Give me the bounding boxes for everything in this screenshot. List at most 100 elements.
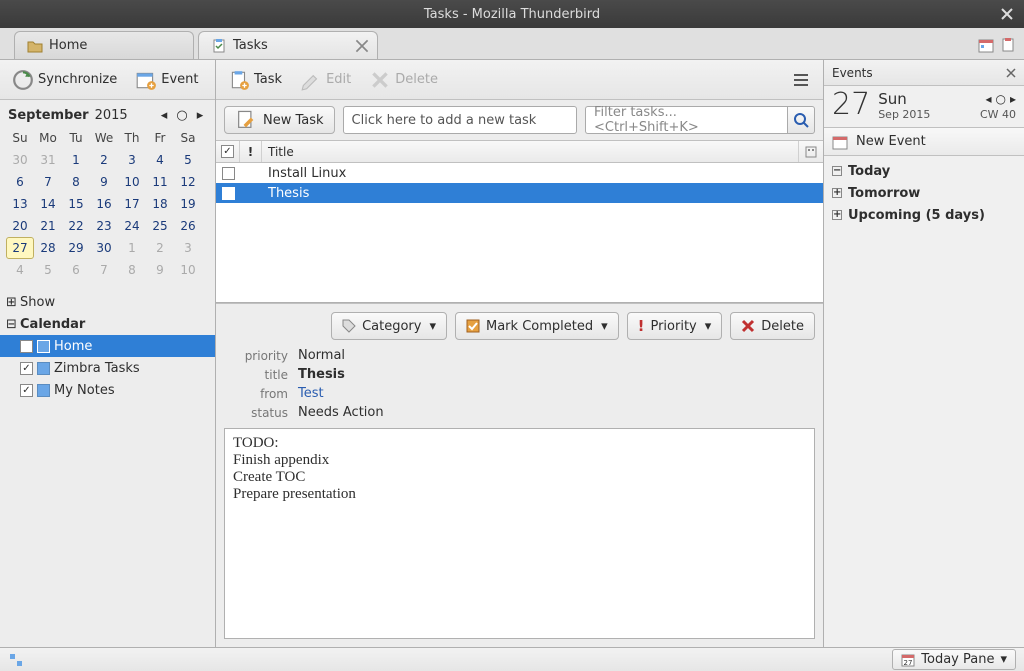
task-list[interactable]: Install LinuxThesis <box>216 163 823 303</box>
calendar-day[interactable]: 22 <box>62 215 90 237</box>
calendar-day[interactable]: 15 <box>62 193 90 215</box>
new-task-input[interactable]: Click here to add a new task <box>343 106 577 134</box>
synchronize-button[interactable]: Synchronize <box>8 65 121 95</box>
task-row[interactable]: Install Linux <box>216 163 823 183</box>
expand-icon[interactable]: + <box>832 210 842 220</box>
date-today[interactable]: ○ <box>995 92 1005 106</box>
expand-icon[interactable]: ⊞ <box>6 295 16 310</box>
calendar-day[interactable]: 7 <box>34 171 62 193</box>
calendar-day[interactable]: 8 <box>62 171 90 193</box>
new-task-button[interactable]: New Task <box>224 106 335 134</box>
task-button[interactable]: Task <box>224 65 286 95</box>
agenda-section[interactable]: +Upcoming (5 days) <box>824 204 1024 226</box>
calendar-day[interactable]: 18 <box>146 193 174 215</box>
calendar-day[interactable]: 6 <box>62 259 90 281</box>
filter-tasks-input[interactable]: Filter tasks... <Ctrl+Shift+K> <box>585 106 787 134</box>
calendar-item[interactable]: Home <box>0 335 215 357</box>
calendar-day[interactable]: 8 <box>118 259 146 281</box>
today-pane-button[interactable]: 27 Today Pane ▾ <box>892 649 1016 670</box>
calendar-day[interactable]: 29 <box>62 237 90 259</box>
category-button[interactable]: Category ▾ <box>331 312 447 340</box>
calendar-item[interactable]: ✓My Notes <box>0 379 215 401</box>
mark-completed-button[interactable]: Mark Completed ▾ <box>455 312 619 340</box>
column-priority[interactable]: ! <box>240 141 262 162</box>
calendar-day[interactable]: 20 <box>6 215 34 237</box>
calendar-tab-icon[interactable] <box>978 37 994 53</box>
calendar-day[interactable]: 9 <box>90 171 118 193</box>
minimonth-today[interactable]: ○ <box>175 108 189 123</box>
calendar-day[interactable]: 5 <box>174 149 202 171</box>
agenda-section[interactable]: −Today <box>824 160 1024 182</box>
calendar-day[interactable]: 25 <box>146 215 174 237</box>
calendar-day[interactable]: 30 <box>6 149 34 171</box>
calendar-day[interactable]: 10 <box>118 171 146 193</box>
tab-tasks[interactable]: Tasks <box>198 31 378 59</box>
minimonth-next[interactable]: ▸ <box>193 108 207 123</box>
task-checkbox[interactable] <box>222 167 235 180</box>
minimonth-month: September <box>8 108 89 123</box>
column-completed[interactable]: ✓ <box>216 141 240 162</box>
date-next[interactable]: ▸ <box>1010 92 1016 106</box>
clipboard-icon <box>211 38 227 54</box>
calendar-day[interactable]: 10 <box>174 259 202 281</box>
calendar-day[interactable]: 17 <box>118 193 146 215</box>
calendar-day[interactable]: 1 <box>118 237 146 259</box>
tab-home[interactable]: Home <box>14 31 194 59</box>
calendar-day[interactable]: 4 <box>146 149 174 171</box>
collapse-icon[interactable]: − <box>832 166 842 176</box>
calendar-day[interactable]: 4 <box>6 259 34 281</box>
calendar-day[interactable]: 11 <box>146 171 174 193</box>
checkbox[interactable]: ✓ <box>20 384 33 397</box>
priority-button[interactable]: ! Priority ▾ <box>627 312 723 340</box>
search-button[interactable] <box>787 106 815 134</box>
date-prev[interactable]: ◂ <box>985 92 991 106</box>
value-from[interactable]: Test <box>298 386 811 401</box>
delete-task-button[interactable]: Delete <box>730 312 815 340</box>
calendar-day[interactable]: 21 <box>34 215 62 237</box>
calendar-day[interactable]: 16 <box>90 193 118 215</box>
minimonth-prev[interactable]: ◂ <box>157 108 171 123</box>
column-picker[interactable] <box>799 141 823 162</box>
calendar-day[interactable]: 31 <box>34 149 62 171</box>
calendar-day[interactable]: 6 <box>6 171 34 193</box>
calendar-day[interactable]: 23 <box>90 215 118 237</box>
collapse-icon[interactable]: ⊟ <box>6 317 16 332</box>
calendar-day[interactable]: 2 <box>90 149 118 171</box>
calendar-day[interactable]: 24 <box>118 215 146 237</box>
day-header: Su <box>6 127 34 149</box>
task-row[interactable]: Thesis <box>216 183 823 203</box>
menu-button[interactable] <box>787 66 815 94</box>
calendar-day[interactable]: 30 <box>90 237 118 259</box>
calendar-day[interactable]: 28 <box>34 237 62 259</box>
calendar-day[interactable]: 19 <box>174 193 202 215</box>
tasks-tab-icon[interactable] <box>1000 37 1016 53</box>
calendar-day[interactable]: 27 <box>6 237 34 259</box>
calendar-day[interactable]: 13 <box>6 193 34 215</box>
event-button[interactable]: Event <box>131 65 202 95</box>
calendar-day[interactable]: 9 <box>146 259 174 281</box>
calendar-item[interactable]: ✓Zimbra Tasks <box>0 357 215 379</box>
task-description[interactable]: TODO: Finish appendix Create TOC Prepare… <box>224 428 815 639</box>
calendar-day[interactable]: 12 <box>174 171 202 193</box>
calendar-day[interactable]: 14 <box>34 193 62 215</box>
column-title[interactable]: Title <box>262 141 799 162</box>
new-event-row[interactable]: New Event <box>824 128 1024 156</box>
calendar-day[interactable]: 3 <box>118 149 146 171</box>
tree-show[interactable]: ⊞ Show <box>0 291 215 313</box>
tab-close-icon[interactable] <box>355 39 369 53</box>
calendar-day[interactable]: 1 <box>62 149 90 171</box>
checkbox[interactable]: ✓ <box>20 362 33 375</box>
calendar-day[interactable]: 7 <box>90 259 118 281</box>
activity-icon[interactable] <box>8 652 24 668</box>
calendar-day[interactable]: 2 <box>146 237 174 259</box>
close-events-pane[interactable] <box>1006 68 1016 78</box>
tree-calendar[interactable]: ⊟ Calendar <box>0 313 215 335</box>
calendar-day[interactable]: 26 <box>174 215 202 237</box>
window-close-button[interactable] <box>998 5 1016 23</box>
calendar-day[interactable]: 5 <box>34 259 62 281</box>
task-checkbox[interactable] <box>222 187 235 200</box>
agenda-section[interactable]: +Tomorrow <box>824 182 1024 204</box>
expand-icon[interactable]: + <box>832 188 842 198</box>
calendar-day[interactable]: 3 <box>174 237 202 259</box>
checkbox[interactable] <box>20 340 33 353</box>
